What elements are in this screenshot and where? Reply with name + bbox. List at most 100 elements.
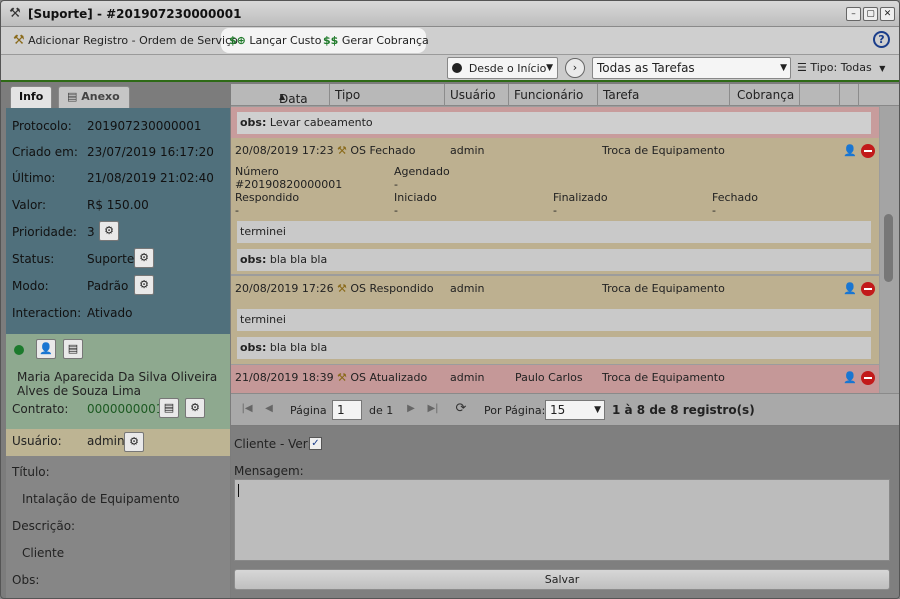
- table-row[interactable]: 21/08/2019 18:39 ⚒ OS Atualizado admin P…: [231, 365, 879, 393]
- priority-value: 3: [87, 225, 95, 239]
- obs-box: obs: Levar cabeamento: [237, 112, 871, 134]
- prev-page-icon[interactable]: ◀: [261, 400, 277, 418]
- delete-icon[interactable]: [861, 371, 875, 385]
- scrollbar-thumb[interactable]: [884, 214, 893, 282]
- client-panel: 👤 ▤ Maria Aparecida Da Silva Oliveira Al…: [6, 334, 230, 429]
- detail-label: Iniciado: [394, 191, 437, 204]
- col-sep: [858, 84, 859, 106]
- since-dropdown[interactable]: Desde o Início ▼: [447, 57, 558, 79]
- message-box: terminei: [237, 221, 871, 243]
- user-edit-icon[interactable]: 👤: [843, 282, 857, 296]
- generate-charge-button[interactable]: $$ Gerar Cobrança: [323, 30, 429, 52]
- add-record-label: Adicionar Registro - Ordem de Serviço: [28, 34, 238, 47]
- refresh-icon[interactable]: ⟳: [453, 400, 469, 418]
- next-circle-button[interactable]: ›: [565, 58, 585, 78]
- help-icon[interactable]: ?: [873, 31, 890, 48]
- obs-prefix: obs:: [240, 116, 267, 129]
- last-value: 21/08/2019 21:02:40: [87, 171, 214, 185]
- col-sep: [508, 84, 509, 106]
- type-filter[interactable]: ☰ Tipo: Todas ▼: [797, 57, 885, 79]
- mode-gear-button[interactable]: ⚙: [134, 275, 154, 295]
- caret-down-icon: ▼: [780, 63, 787, 73]
- grid-scrollbar[interactable]: [880, 106, 899, 393]
- wrench-icon: ⚒: [13, 33, 25, 48]
- table-row[interactable]: 20/08/2019 17:23 ⚒ OS Fechado admin Troc…: [231, 138, 879, 274]
- created-row: Criado em: 23/07/2019 16:17:20: [12, 145, 214, 159]
- client-view-checkbox[interactable]: ✓: [309, 437, 322, 450]
- protocol-label: Protocolo:: [12, 119, 72, 133]
- filter-bar: Desde o Início ▼ › Todas as Tarefas ▼ ☰ …: [1, 55, 899, 82]
- description-label: Descrição:: [12, 519, 76, 533]
- obs-box: obs: bla bla bla: [237, 249, 871, 271]
- card-icon[interactable]: ▤: [63, 339, 83, 359]
- row-date: 20/08/2019 17:23: [235, 144, 334, 157]
- delete-icon[interactable]: [861, 144, 875, 158]
- per-page-select[interactable]: 15 ▼: [545, 400, 605, 420]
- message-label: Mensagem:: [234, 464, 304, 478]
- launch-cost-label: Lançar Custo: [249, 34, 322, 47]
- client-view-label: Cliente - Ver:: [234, 437, 312, 451]
- details-panel: Título: Intalação de Equipamento Descriç…: [6, 456, 230, 598]
- user-gear-button[interactable]: ⚙: [124, 432, 144, 452]
- detail-value: -: [712, 204, 716, 217]
- next-page-icon[interactable]: ▶: [403, 400, 419, 418]
- priority-label: Prioridade:: [12, 225, 77, 239]
- launch-cost-button[interactable]: $⊕ Lançar Custo: [229, 30, 321, 52]
- table-row[interactable]: obs: Levar cabeamento: [231, 107, 879, 138]
- priority-gear-button[interactable]: ⚙: [99, 221, 119, 241]
- maximize-button[interactable]: ▢: [863, 7, 878, 21]
- message-text: terminei: [240, 225, 286, 238]
- tab-info[interactable]: Info: [10, 86, 53, 108]
- support-window: ⚒ [Suporte] - #201907230000001 – ▢ ✕ ⚒ A…: [0, 0, 900, 599]
- contract-gear-button[interactable]: ⚙: [185, 398, 205, 418]
- col-charge[interactable]: Cobrança: [737, 88, 794, 102]
- save-button[interactable]: Salvar: [234, 569, 890, 590]
- window-title: [Suporte] - #201907230000001: [28, 7, 242, 21]
- row-user: admin: [450, 282, 485, 295]
- detail-label: Finalizado: [553, 191, 608, 204]
- close-button[interactable]: ✕: [880, 7, 895, 21]
- add-record-button[interactable]: ⚒ Adicionar Registro - Ordem de Serviço: [13, 30, 238, 52]
- tab-attachment[interactable]: ▤ Anexo: [58, 86, 130, 108]
- col-type[interactable]: Tipo: [335, 88, 360, 102]
- row-type: ⚒ OS Respondido: [337, 282, 434, 295]
- contract-doc-button[interactable]: ▤: [159, 398, 179, 418]
- protocol-value: 201907230000001: [87, 119, 202, 133]
- row-employee: Paulo Carlos: [515, 371, 583, 384]
- row-task: Troca de Equipamento: [602, 144, 725, 157]
- mode-value: Padrão: [87, 279, 129, 293]
- obs-text: bla bla bla: [269, 253, 328, 266]
- title-value: Intalação de Equipamento: [22, 492, 180, 506]
- col-user[interactable]: Usuário: [450, 88, 496, 102]
- sort-asc-icon: ▲: [279, 92, 286, 101]
- obs-text: Levar cabeamento: [269, 116, 373, 129]
- first-page-icon[interactable]: |◀: [239, 400, 255, 418]
- type-value: Tipo: Todas: [810, 61, 872, 74]
- delete-icon[interactable]: [861, 282, 875, 296]
- user-label: Usuário:: [12, 434, 62, 448]
- col-task[interactable]: Tarefa: [603, 88, 639, 102]
- table-row[interactable]: 20/08/2019 17:26 ⚒ OS Respondido admin T…: [231, 276, 879, 364]
- minimize-button[interactable]: –: [846, 7, 861, 21]
- status-label: Status:: [12, 252, 55, 266]
- col-employee[interactable]: Funcionário: [514, 88, 583, 102]
- contract-value: 0000000001: [87, 402, 164, 416]
- last-page-icon[interactable]: ▶|: [425, 400, 441, 418]
- obs-prefix: obs:: [240, 341, 267, 354]
- status-gear-button[interactable]: ⚙: [134, 248, 154, 268]
- text-cursor: [238, 484, 239, 497]
- user-edit-icon[interactable]: 👤: [843, 144, 857, 158]
- last-label: Último:: [12, 171, 56, 185]
- money-plus-icon: $⊕: [229, 34, 246, 47]
- page-input[interactable]: 1: [332, 400, 362, 420]
- person-icon[interactable]: 👤: [36, 339, 56, 359]
- interaction-label: Interaction:: [12, 306, 82, 320]
- obs-label: Obs:: [12, 573, 40, 587]
- page-label: Página: [290, 404, 327, 417]
- tasks-dropdown[interactable]: Todas as Tarefas ▼: [592, 57, 791, 79]
- col-sep: [329, 84, 330, 106]
- user-edit-icon[interactable]: 👤: [843, 371, 857, 385]
- since-value: Desde o Início: [468, 62, 547, 75]
- message-textarea[interactable]: [234, 479, 890, 561]
- detail-value: -: [553, 204, 557, 217]
